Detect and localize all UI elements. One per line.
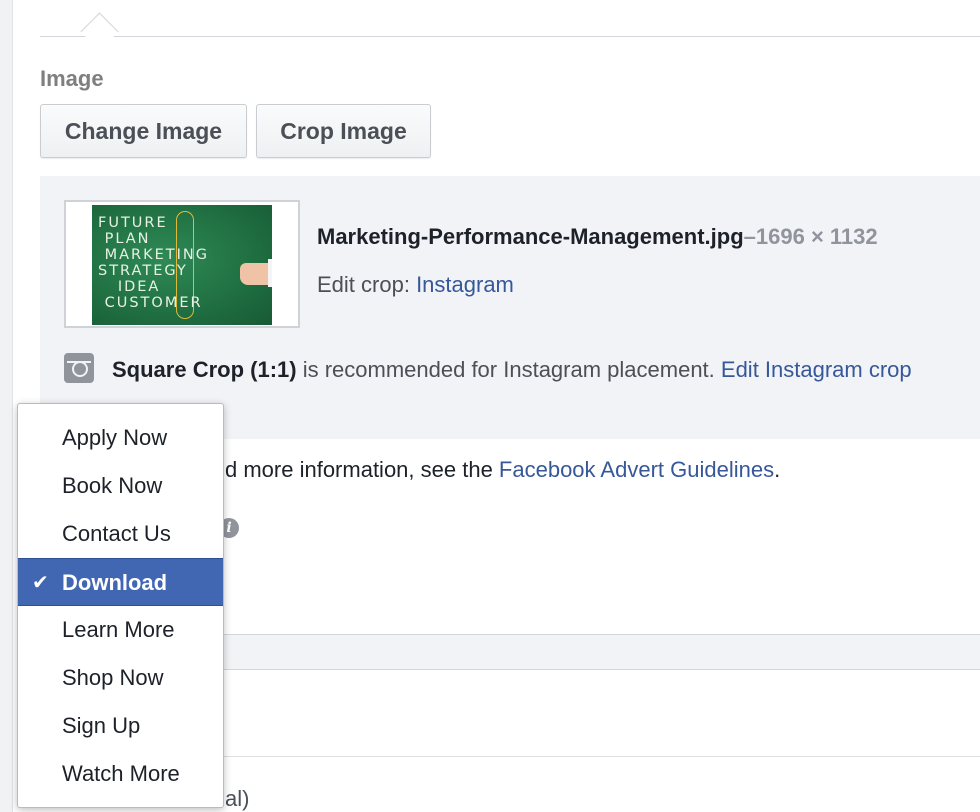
file-dimensions: 1696 × 1132 bbox=[755, 224, 878, 249]
option-shop-now[interactable]: Shop Now bbox=[18, 654, 223, 702]
call-to-action-dropdown[interactable]: Apply Now Book Now Contact Us ✔ Download… bbox=[17, 403, 224, 808]
edit-crop-instagram-link[interactable]: Instagram bbox=[416, 272, 514, 297]
instagram-icon bbox=[64, 353, 94, 383]
thumbnail-frame: FUTURE PLAN MARKETING STRATEGY IDEA CUST… bbox=[64, 200, 300, 328]
edit-crop-label: Edit crop: bbox=[317, 272, 410, 297]
left-rail bbox=[0, 0, 13, 812]
edit-instagram-crop-link[interactable]: Edit Instagram crop bbox=[721, 357, 912, 382]
instagram-note-text: is recommended for Instagram placement. bbox=[296, 357, 721, 382]
square-crop-label: Square Crop (1:1) bbox=[112, 357, 297, 382]
guidelines-prefix: d more information, see the bbox=[225, 457, 499, 482]
option-download[interactable]: ✔ Download bbox=[18, 558, 223, 606]
guidelines-suffix: . bbox=[774, 457, 781, 482]
pointer-notch bbox=[80, 12, 119, 51]
crop-image-button[interactable]: Crop Image bbox=[256, 104, 431, 158]
image-section-label: Image bbox=[40, 66, 104, 91]
option-contact-us[interactable]: Contact Us bbox=[18, 510, 223, 558]
checkmark-icon: ✔ bbox=[32, 572, 49, 594]
file-separator: – bbox=[743, 224, 756, 249]
option-apply-now[interactable]: Apply Now bbox=[18, 414, 223, 462]
change-image-button[interactable]: Change Image bbox=[40, 104, 247, 158]
option-book-now[interactable]: Book Now bbox=[18, 462, 223, 510]
image-preview-panel: FUTURE PLAN MARKETING STRATEGY IDEA CUST… bbox=[40, 176, 980, 439]
edit-crop-row: Edit crop: Instagram bbox=[317, 272, 514, 298]
option-download-label: Download bbox=[62, 570, 168, 595]
facebook-advert-guidelines-link[interactable]: Facebook Advert Guidelines bbox=[499, 457, 774, 482]
option-watch-more[interactable]: Watch More bbox=[18, 750, 223, 798]
file-name: Marketing-Performance-Management.jpg bbox=[317, 224, 744, 249]
optional-field-label-text: al) bbox=[225, 786, 250, 811]
file-info: Marketing-Performance-Management.jpg–169… bbox=[317, 224, 878, 250]
option-sign-up[interactable]: Sign Up bbox=[18, 702, 223, 750]
top-divider bbox=[40, 36, 980, 37]
thumbnail-cuff bbox=[268, 259, 272, 287]
instagram-crop-note: Square Crop (1:1) is recommended for Ins… bbox=[112, 354, 952, 386]
image-thumbnail: FUTURE PLAN MARKETING STRATEGY IDEA CUST… bbox=[92, 205, 272, 325]
option-learn-more[interactable]: Learn More bbox=[18, 606, 223, 654]
